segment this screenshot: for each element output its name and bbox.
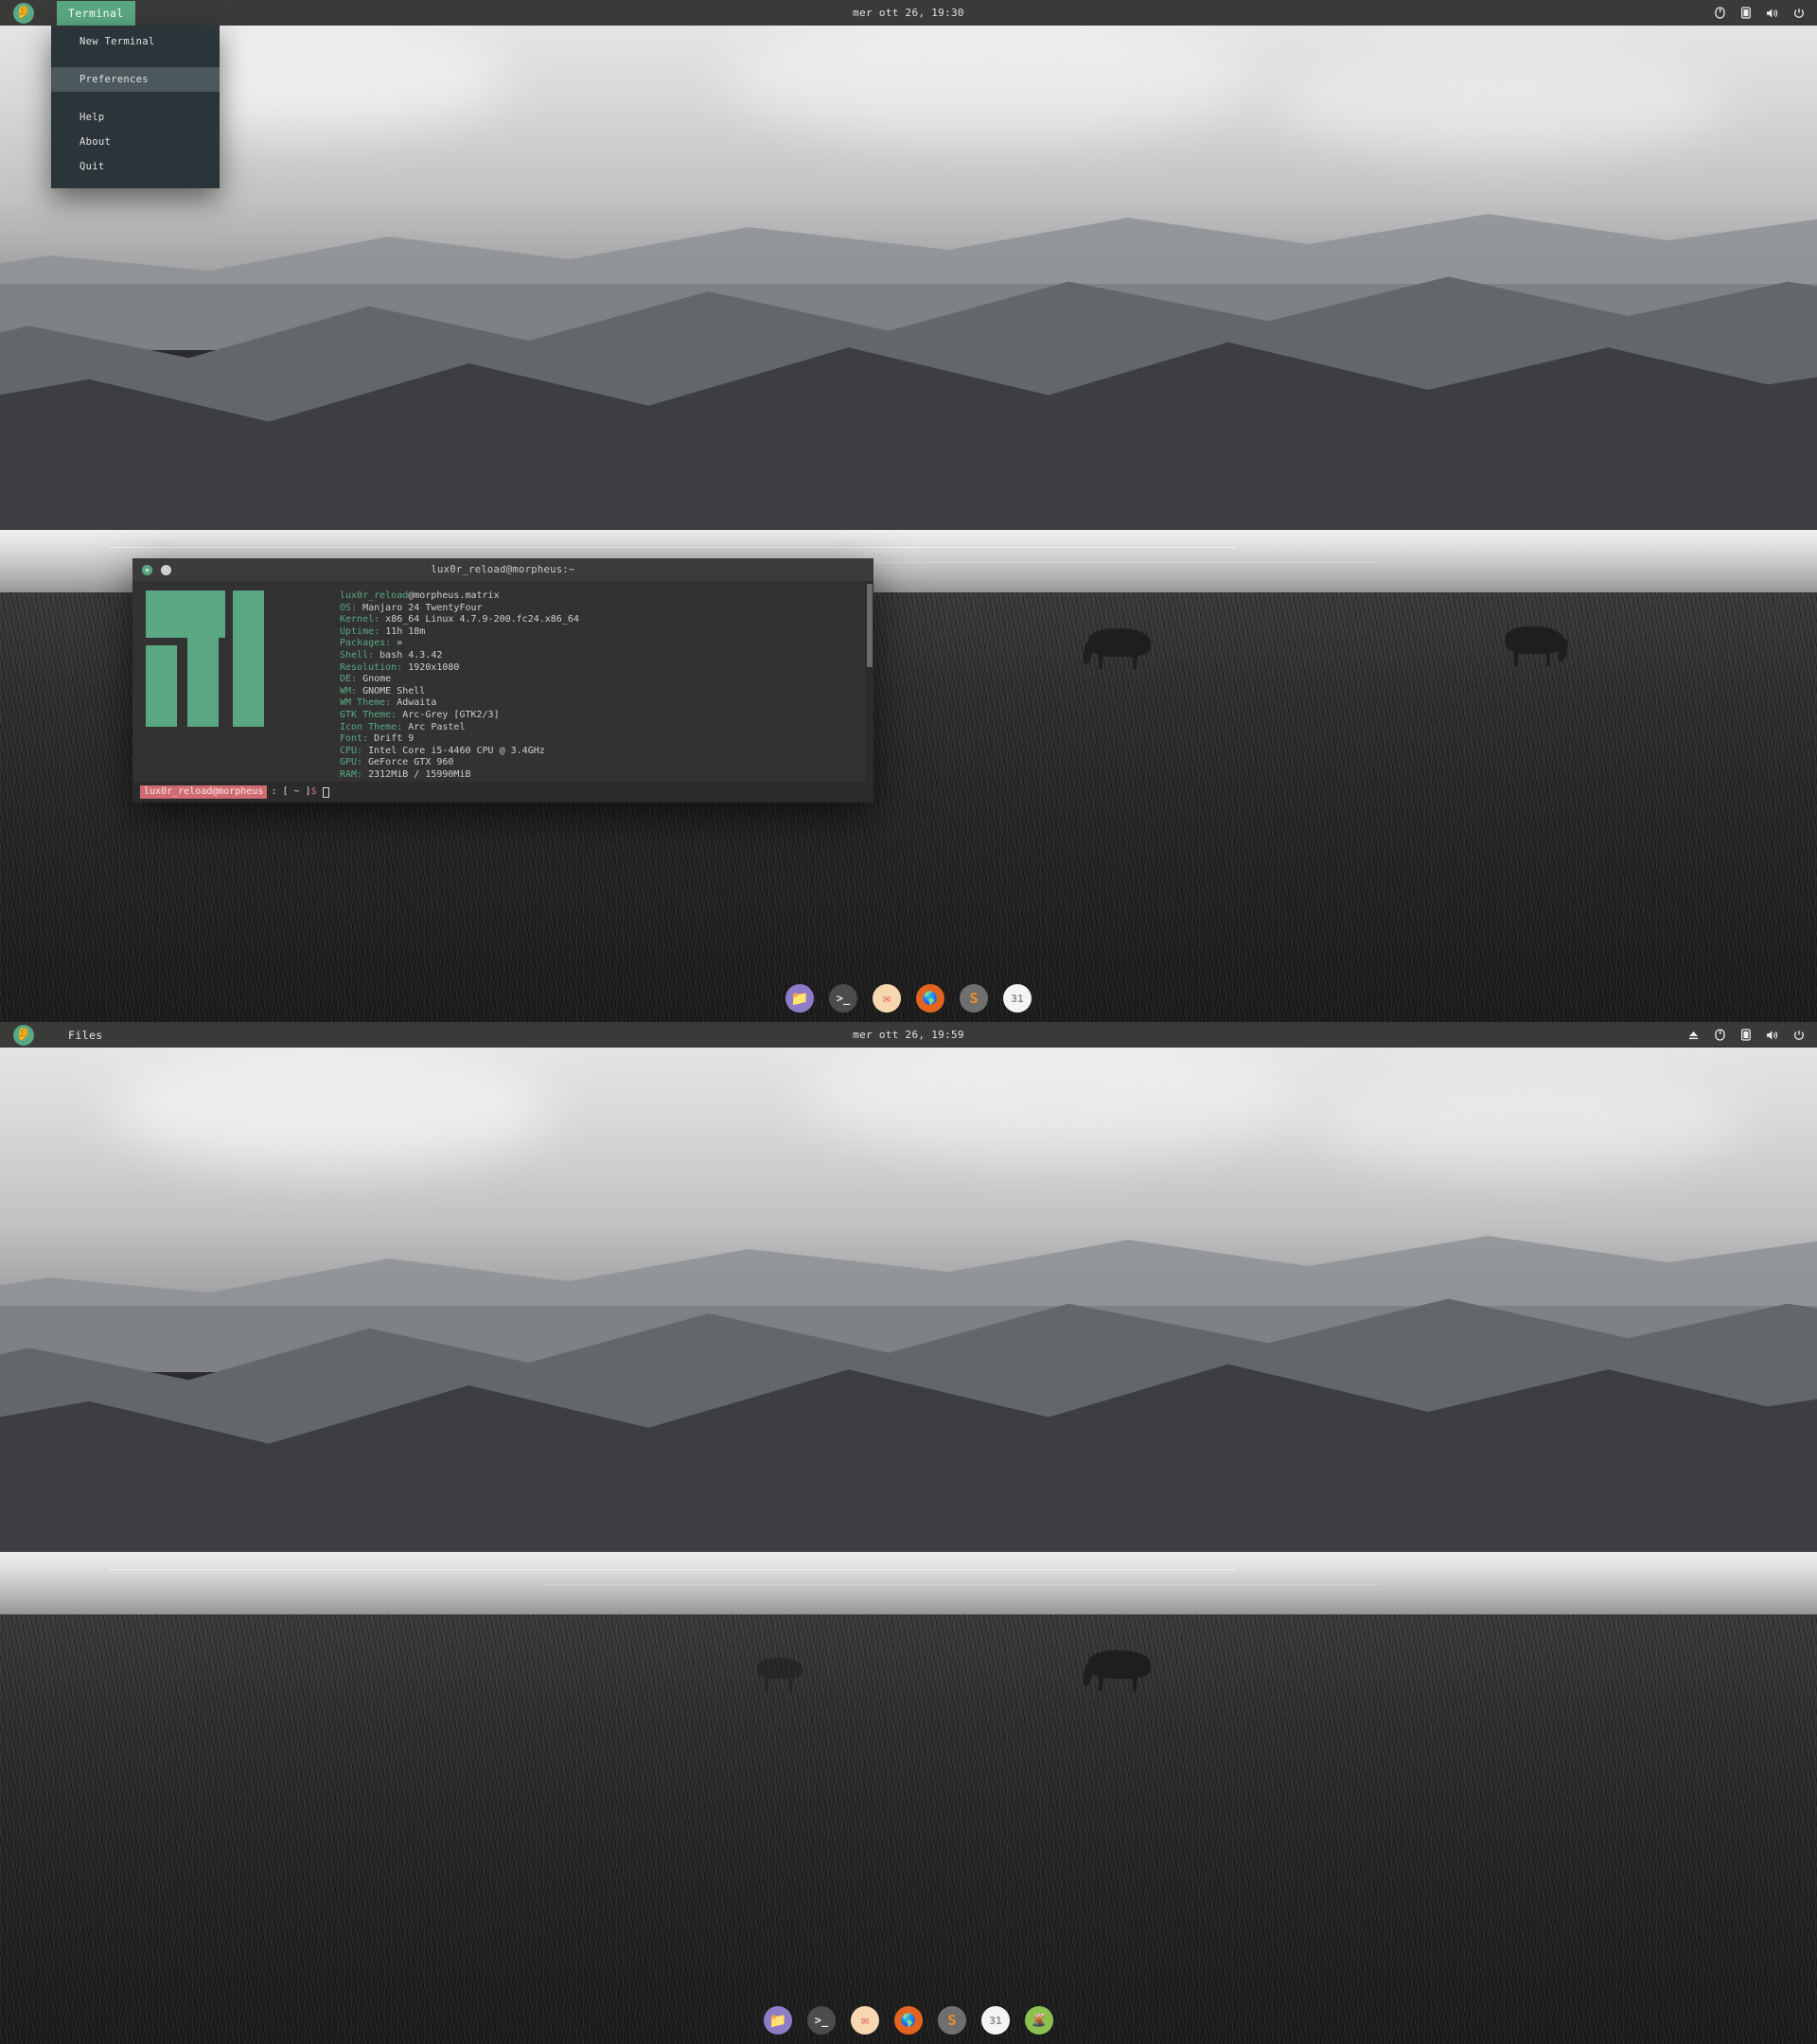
menu-item-quit[interactable]: Quit xyxy=(51,154,220,179)
gnome-foot-icon[interactable]: 👂 xyxy=(13,1024,34,1046)
power-icon[interactable] xyxy=(1792,7,1806,20)
dock-item-sublime-text[interactable]: S xyxy=(960,984,988,1013)
neofetch-line: WM Theme: Adwaita xyxy=(340,697,437,709)
battery-icon[interactable] xyxy=(1739,1029,1753,1042)
dock-item-mail[interactable]: ✉ xyxy=(873,984,901,1013)
terminal-title: lux0r_reload@morpheus:~ xyxy=(431,564,575,575)
neofetch-line: Kernel: x86_64 Linux 4.7.9-200.fc24.x86_… xyxy=(340,614,579,626)
dock-item-firefox[interactable]: 🌎 xyxy=(894,2006,923,2035)
wallpaper-top xyxy=(0,0,1817,1022)
wallpaper-bottom xyxy=(0,1022,1817,2044)
prompt-symbol: $ xyxy=(310,785,317,797)
cloud xyxy=(1272,49,1726,153)
terminal-cursor xyxy=(322,786,329,798)
terminal-scrollbar[interactable] xyxy=(865,581,873,802)
panel-clock[interactable]: mer ott 26, 19:59 xyxy=(853,1029,964,1041)
desktop-screen-top: 👂 Terminal mer ott 26, 19:30 New Termina… xyxy=(0,0,1817,1022)
terminal-titlebar[interactable]: lux0r_reload@morpheus:~ xyxy=(132,558,873,581)
minimize-button[interactable] xyxy=(161,564,171,575)
neofetch-line: Uptime: 11h 18m xyxy=(340,626,426,637)
neofetch-line: DE: Gnome xyxy=(340,674,392,685)
dock-item-files[interactable]: 📁 xyxy=(785,984,814,1013)
horse xyxy=(1505,626,1570,666)
dock-item-firefox[interactable]: 🌎 xyxy=(916,984,944,1013)
neofetch-line: OS: Manjaro 24 TwentyFour xyxy=(340,602,483,613)
dock-top: 📁 >_ ✉ 🌎 S 31 xyxy=(785,984,1032,1013)
terminal-prompt[interactable]: lux0r_reload@morpheus : [ ~ ] $ xyxy=(132,782,873,802)
power-icon[interactable] xyxy=(1792,1029,1806,1042)
dock-item-calendar[interactable]: 31 xyxy=(981,2006,1010,2035)
cloud xyxy=(1308,1067,1744,1172)
horse xyxy=(757,1658,803,1691)
distro-ascii-logo xyxy=(146,590,309,863)
dock-bottom: 📁 >_ ✉ 🌎 S 31 🌋 xyxy=(764,2006,1053,2035)
dock-item-calendar[interactable]: 31 xyxy=(1003,984,1032,1013)
volume-icon[interactable] xyxy=(1766,7,1779,20)
lake xyxy=(0,1552,1817,1618)
mouse-icon[interactable] xyxy=(1713,1029,1726,1042)
neofetch-header: lux0r_reload@morpheus.matrix xyxy=(340,590,500,601)
dock-item-terminal[interactable]: >_ xyxy=(807,2006,836,2035)
dock-item-terminal[interactable]: >_ xyxy=(829,984,857,1013)
prompt-path: : [ ~ ] xyxy=(271,785,311,797)
mouse-icon[interactable] xyxy=(1713,7,1726,20)
neofetch-line: WM: GNOME Shell xyxy=(340,685,426,696)
prompt-user-host: lux0r_reload@morpheus xyxy=(140,784,268,800)
menu-item-about[interactable]: About xyxy=(51,130,220,154)
neofetch-line: Packages: » xyxy=(340,638,403,649)
menu-item-preferences[interactable]: Preferences xyxy=(51,67,220,92)
dock-item-mail[interactable]: ✉ xyxy=(851,2006,879,2035)
neofetch-line: Font: Drift 9 xyxy=(340,733,415,745)
top-panel: 👂 Files mer ott 26, 19:59 xyxy=(0,1022,1817,1048)
terminal-app-menu: New Terminal Preferences Help About Quit xyxy=(51,26,220,188)
neofetch-line: Resolution: 1920x1080 xyxy=(340,661,460,673)
terminal-window[interactable]: lux0r_reload@morpheus:~ lux0r_reload@mor… xyxy=(132,558,873,802)
gnome-foot-icon[interactable]: 👂 xyxy=(13,2,34,24)
field xyxy=(0,1614,1817,2044)
top-panel: 👂 Terminal mer ott 26, 19:30 xyxy=(0,0,1817,26)
dock-item-files[interactable]: 📁 xyxy=(764,2006,792,2035)
horse xyxy=(1081,1650,1151,1691)
menu-separator xyxy=(51,92,220,105)
horse xyxy=(1081,628,1151,669)
eject-icon[interactable] xyxy=(1686,1029,1700,1042)
neofetch-line: Icon Theme: Arc Pastel xyxy=(340,721,466,732)
neofetch-line: GPU: GeForce GTX 960 xyxy=(340,757,454,768)
neofetch-line: Shell: bash 4.3.42 xyxy=(340,649,443,661)
terminal-body[interactable]: lux0r_reload@morpheus.matrix OS: Manjaro… xyxy=(132,581,873,802)
neofetch-line: RAM: 2312MiB / 15990MiB xyxy=(340,768,471,780)
menu-item-new-terminal[interactable]: New Terminal xyxy=(51,29,220,54)
cloud xyxy=(109,1045,555,1168)
dock-item-sublime-text[interactable]: S xyxy=(938,2006,966,2035)
battery-icon[interactable] xyxy=(1739,7,1753,20)
close-button[interactable] xyxy=(142,564,152,575)
dock-item-image-viewer[interactable]: 🌋 xyxy=(1025,2006,1053,2035)
desktop-screen-bottom: 👂 Files mer ott 26, 19:59 ‹ › /home/lux0… xyxy=(0,1022,1817,2044)
volume-icon[interactable] xyxy=(1766,1029,1779,1042)
panel-tray xyxy=(1686,1029,1806,1042)
menu-item-help[interactable]: Help xyxy=(51,105,220,130)
panel-clock[interactable]: mer ott 26, 19:30 xyxy=(853,7,964,19)
panel-app-menu-button[interactable]: Terminal xyxy=(57,0,135,26)
cloud xyxy=(727,8,1257,140)
menu-separator xyxy=(51,54,220,67)
neofetch-info: lux0r_reload@morpheus.matrix OS: Manjaro… xyxy=(340,590,579,802)
panel-app-menu-button[interactable]: Files xyxy=(57,1023,115,1048)
neofetch-line: GTK Theme: Arc-Grey [GTK2/3] xyxy=(340,709,500,720)
panel-tray xyxy=(1713,7,1806,20)
neofetch-line: CPU: Intel Core i5-4460 CPU @ 3.4GHz xyxy=(340,745,545,756)
